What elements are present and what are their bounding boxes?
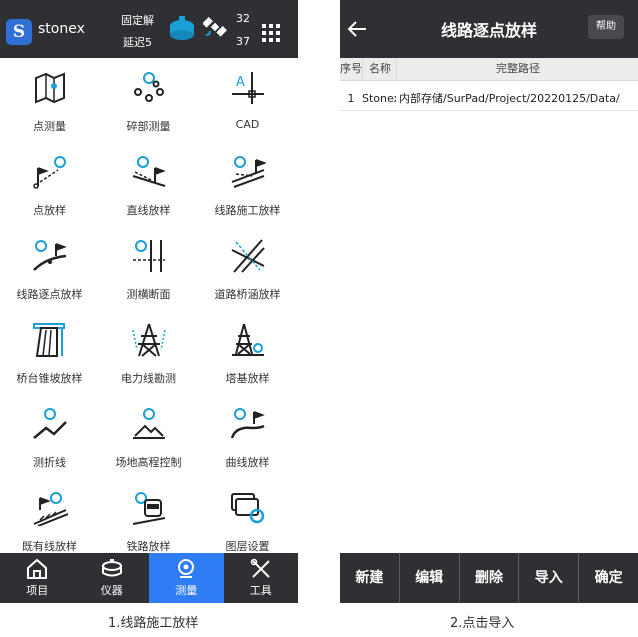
menu-item-cad[interactable]: A CAD: [198, 58, 297, 142]
map-point-survey-icon: [35, 72, 65, 104]
menu-item-power-line-survey[interactable]: 电力线勘测: [99, 310, 198, 394]
line-stakeout-icon: [132, 156, 166, 187]
layer-settings-icon: [231, 493, 265, 524]
column-header-index: 序号: [340, 62, 362, 75]
new-button[interactable]: 新建: [340, 553, 399, 603]
import-button[interactable]: 导入: [518, 553, 578, 603]
cell-index: 1: [347, 92, 355, 105]
route-stakeout-screen: 线路逐点放样 帮助 序号 名称 完整路径 1 Stonex 内部存储/SurPa…: [340, 0, 638, 603]
help-button[interactable]: 帮助: [588, 15, 624, 39]
menu-item-tower-foundation-stakeout[interactable]: 塔基放样: [198, 310, 297, 394]
cad-icon: A: [232, 72, 264, 104]
nav-tools[interactable]: 工具: [224, 553, 299, 603]
nav-project[interactable]: 项目: [0, 553, 75, 603]
tools-icon: [250, 558, 270, 578]
menu-item-route-construction-stakeout[interactable]: 线路施工放样: [198, 142, 297, 226]
polyline-survey-icon: [33, 408, 67, 439]
nav-instrument[interactable]: 仪器: [75, 553, 150, 603]
bottom-navigation: 项目 仪器 测量 工具: [0, 553, 298, 603]
menu-item-point-survey[interactable]: 点测量: [0, 58, 99, 142]
gnss-receiver-icon[interactable]: [166, 14, 198, 42]
main-menu-screen: S stonex 固定解 延迟5 32 37 点测量 碎部测量 A CAD 点放…: [0, 0, 298, 603]
power-line-survey-icon: [132, 323, 166, 357]
brand-name: stonex: [38, 21, 85, 37]
confirm-button[interactable]: 确定: [578, 553, 638, 603]
table-row[interactable]: 1 Stonex 内部存储/SurPad/Project/20220125/Da…: [340, 88, 638, 111]
satellite-icon[interactable]: [203, 15, 227, 39]
stonex-logo: S: [6, 19, 32, 45]
menu-item-route-pointwise-stakeout[interactable]: 线路逐点放样: [0, 226, 99, 310]
satellite-count-visible: 37: [236, 35, 250, 48]
site-elevation-control-icon: [133, 408, 165, 439]
abutment-slope-stakeout-icon: [33, 323, 65, 357]
detail-survey-icon: [134, 72, 164, 102]
route-construction-stakeout-icon: [231, 156, 266, 188]
title-bar: 线路逐点放样 帮助: [340, 0, 638, 58]
menu-item-detail-survey[interactable]: 碎部测量: [99, 58, 198, 142]
cell-name: Stonex: [362, 92, 396, 105]
menu-item-curve-stakeout[interactable]: 曲线放样: [198, 394, 297, 478]
menu-item-line-stakeout[interactable]: 直线放样: [99, 142, 198, 226]
bottom-toolbar: 新建 编辑 删除 导入 确定: [340, 553, 638, 603]
point-stakeout-icon: [33, 156, 66, 189]
railway-stakeout-icon: [132, 492, 166, 525]
delete-button[interactable]: 删除: [458, 553, 519, 603]
location-pin-icon: [178, 559, 195, 578]
edit-button[interactable]: 编辑: [398, 553, 459, 603]
menu-item-layer-settings[interactable]: 图层设置: [198, 478, 297, 562]
menu-item-point-stakeout[interactable]: 点放样: [0, 142, 99, 226]
curve-stakeout-icon: [230, 408, 265, 439]
status-bar: S stonex 固定解 延迟5 32 37: [0, 0, 298, 58]
menu-item-existing-line-stakeout[interactable]: 既有线放样: [0, 478, 99, 562]
menu-item-road-bridge-stakeout[interactable]: 道路桥涵放样: [198, 226, 297, 310]
menu-item-cross-section[interactable]: 测横断面: [99, 226, 198, 310]
route-pointwise-stakeout-icon: [33, 240, 67, 271]
existing-line-stakeout-icon: [33, 492, 68, 526]
road-bridge-stakeout-icon: [231, 239, 265, 273]
nav-measure[interactable]: 测量: [149, 553, 224, 603]
home-icon: [27, 558, 48, 579]
instrument-icon: [101, 559, 122, 577]
latency: 延迟5: [123, 36, 152, 49]
svg-text:A: A: [236, 75, 245, 90]
fix-status: 固定解: [121, 14, 154, 27]
satellite-count-used: 32: [236, 12, 250, 25]
caption-right: 2.点击导入: [450, 616, 515, 631]
menu-item-site-elevation-control[interactable]: 场地高程控制: [99, 394, 198, 478]
column-header-name: 名称: [362, 58, 397, 80]
cross-section-icon: [133, 240, 165, 272]
menu-item-polyline-survey[interactable]: 测折线: [0, 394, 99, 478]
menu-item-railway-stakeout[interactable]: 铁路放样: [99, 478, 198, 562]
caption-left: 1.线路施工放样: [108, 616, 199, 631]
tower-foundation-stakeout-icon: [232, 323, 264, 356]
apps-grid-icon[interactable]: [262, 24, 280, 42]
cell-path: 内部存储/SurPad/Project/20220125/Data/: [399, 92, 620, 105]
menu-item-abutment-slope-stakeout[interactable]: 桥台锥坡放样: [0, 310, 99, 394]
column-header-path: 完整路径: [396, 58, 638, 80]
table-header: 序号 名称 完整路径: [340, 58, 638, 81]
